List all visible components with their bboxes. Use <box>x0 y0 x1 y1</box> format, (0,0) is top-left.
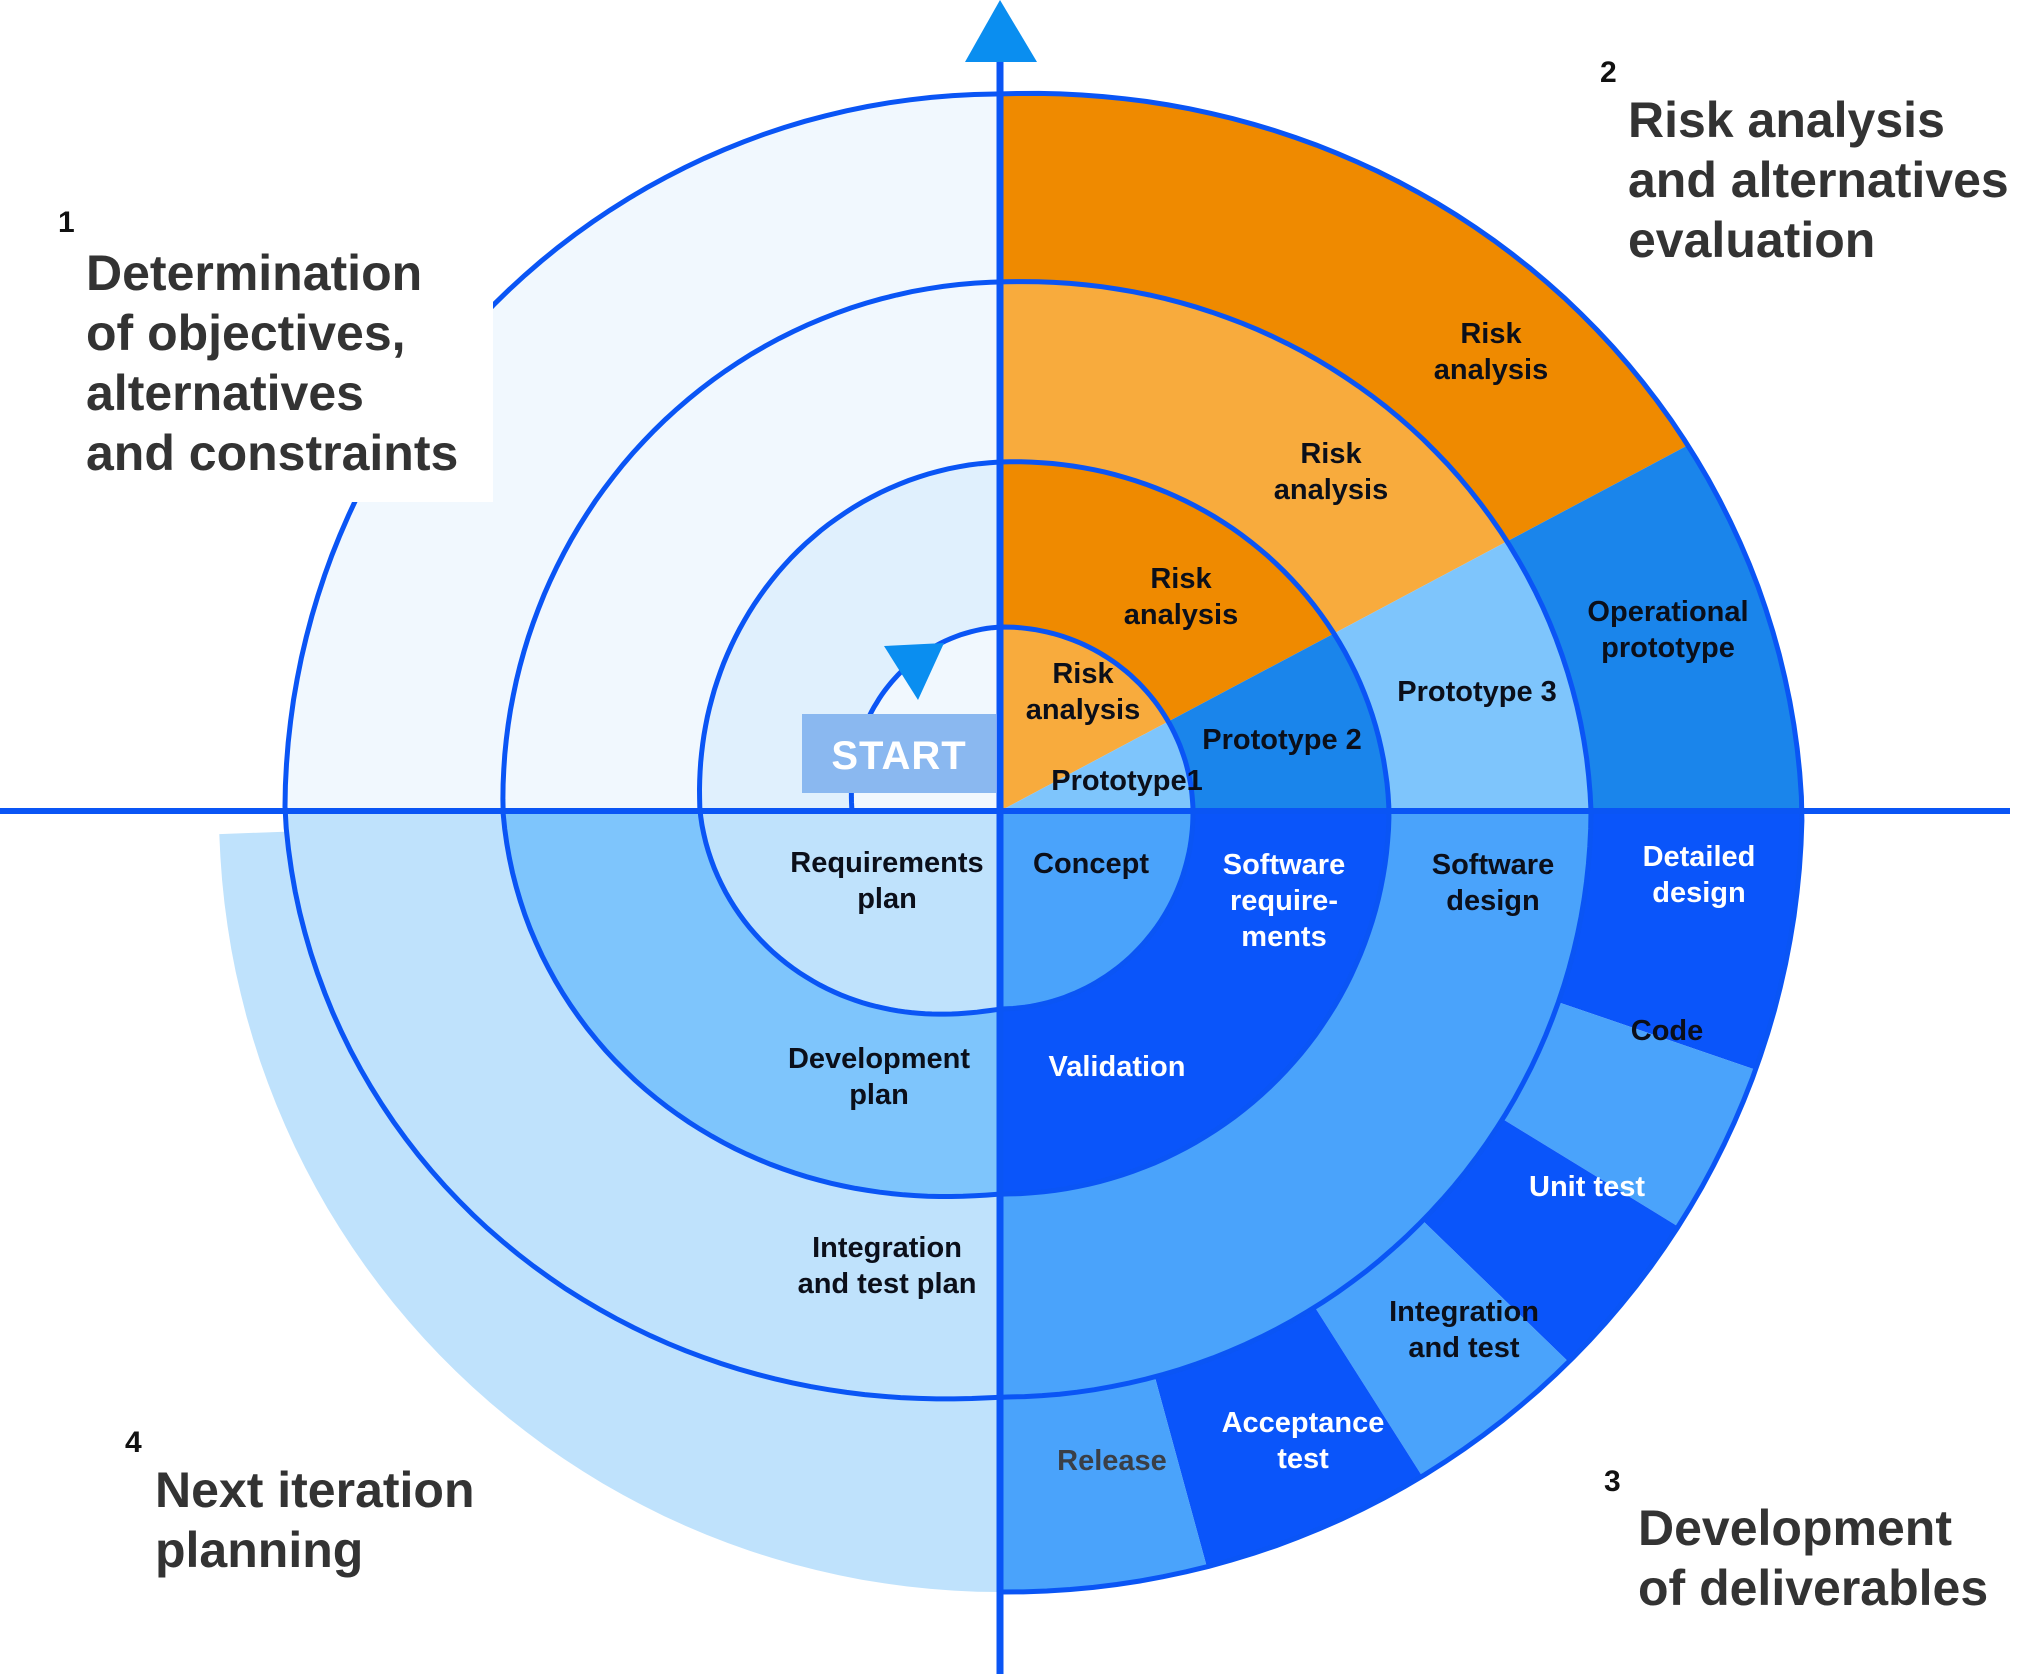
prototype-label: Prototype1 <box>1051 765 1202 797</box>
code-label: Code <box>1631 1015 1704 1047</box>
phase-3-title-line: Development <box>1638 1500 1952 1556</box>
phase-2-number: 2 <box>1600 56 1617 89</box>
phase-4-title: Next iteration planning <box>155 1460 475 1580</box>
risk-analysis-label-line: analysis <box>1026 694 1140 726</box>
unit-test-label-line: Unit test <box>1529 1171 1645 1203</box>
phase-4-title-line: planning <box>155 1522 364 1578</box>
risk-analysis-label-line: Risk <box>1300 438 1362 470</box>
up-arrow-icon <box>965 0 1037 62</box>
prototype-label-line: prototype <box>1601 632 1735 664</box>
detailed-design-label-line: Detailed <box>1643 841 1756 873</box>
planning-label-line: Requirements <box>790 847 983 879</box>
development-label-line: Software <box>1223 849 1345 881</box>
phase-3-number: 3 <box>1604 1465 1621 1498</box>
development-label: Concept <box>1033 848 1149 880</box>
risk-analysis-label-line: analysis <box>1274 474 1388 506</box>
unit-test-label: Unit test <box>1529 1171 1645 1203</box>
risk-analysis-label-line: analysis <box>1434 354 1548 386</box>
risk-analysis-label-line: Risk <box>1460 318 1522 350</box>
release-label-line: Release <box>1057 1445 1167 1477</box>
development-label: Validation <box>1049 1051 1186 1083</box>
phase-3-title-line: of deliverables <box>1638 1560 1989 1616</box>
release-label: Release <box>1057 1445 1167 1477</box>
planning-label-line: plan <box>857 883 917 915</box>
start-label: START <box>831 734 966 778</box>
risk-analysis-label-line: Risk <box>1150 563 1212 595</box>
phase-1-title-line: Determination <box>86 245 423 301</box>
risk-analysis-label-line: Risk <box>1052 658 1114 690</box>
development-label-line: design <box>1446 885 1539 917</box>
acceptance-test-label-line: test <box>1277 1443 1329 1475</box>
phase-1-title-line: and constraints <box>86 425 459 481</box>
phase-1-title: Determination of objectives, alternative… <box>86 243 458 483</box>
phase-1-title-line: alternatives <box>86 365 364 421</box>
phase-2-title: Risk analysis and alternatives evaluatio… <box>1628 90 2009 270</box>
planning-label-line: Integration <box>812 1232 962 1264</box>
phase-4-number: 4 <box>125 1426 142 1459</box>
planning-label-line: and test plan <box>798 1268 977 1300</box>
development-label-line: Validation <box>1049 1051 1186 1083</box>
prototype-label-line: Prototype1 <box>1051 765 1202 797</box>
development-label-line: Software <box>1432 849 1554 881</box>
phase-3-title: Development of deliverables <box>1638 1498 1988 1618</box>
phase-2-title-line: Risk analysis <box>1628 92 1945 148</box>
detailed-design-label-line: design <box>1652 877 1745 909</box>
development-label-line: require- <box>1230 885 1338 917</box>
prototype-label-line: Operational <box>1587 596 1748 628</box>
acceptance-test-label-line: Acceptance <box>1222 1407 1385 1439</box>
phase-2-title-line: and alternatives <box>1628 152 2009 208</box>
risk-analysis-label-line: analysis <box>1124 599 1238 631</box>
phase-1-number: 1 <box>58 206 75 239</box>
prototype-label: Prototype 3 <box>1397 676 1557 708</box>
code-label-line: Code <box>1631 1015 1704 1047</box>
prototype-label-line: Prototype 3 <box>1397 676 1557 708</box>
integration-and-test-label-line: and test <box>1408 1332 1520 1364</box>
development-label-line: Concept <box>1033 848 1149 880</box>
prototype-label: Prototype 2 <box>1202 724 1362 756</box>
planning-label-line: plan <box>849 1079 909 1111</box>
phase-1-title-line: of objectives, <box>86 305 406 361</box>
development-label-line: ments <box>1241 921 1326 953</box>
phase-4-title-line: Next iteration <box>155 1462 475 1518</box>
prototype-label-line: Prototype 2 <box>1202 724 1362 756</box>
planning-label-line: Development <box>788 1043 970 1075</box>
integration-and-test-label-line: Integration <box>1389 1296 1539 1328</box>
phase-2-title-line: evaluation <box>1628 212 1876 268</box>
